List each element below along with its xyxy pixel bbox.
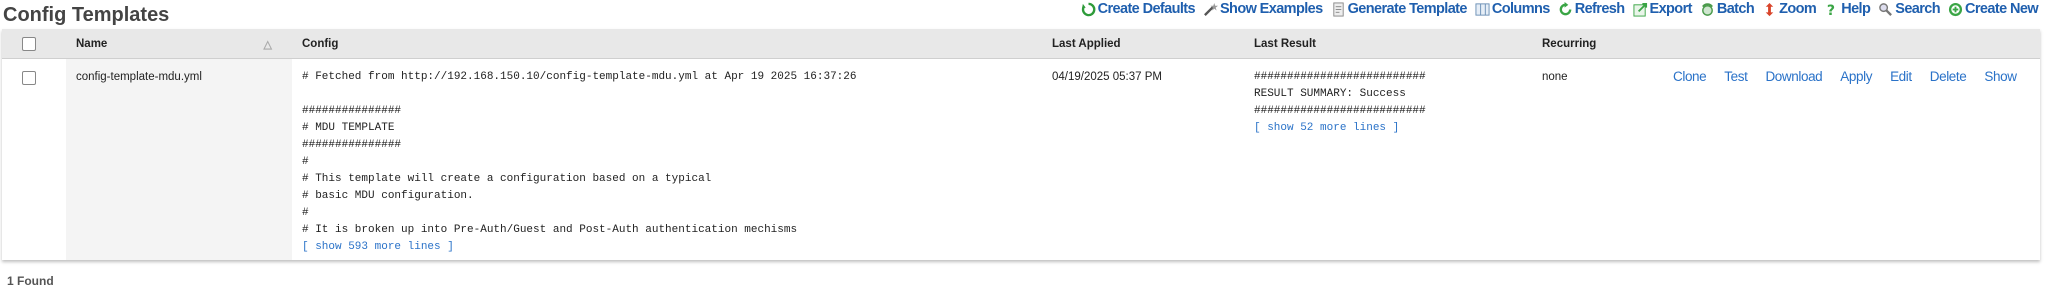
export-button[interactable]: Export (1632, 1, 1693, 17)
help-label: Help (1841, 1, 1871, 17)
last-applied-value: 04/19/2025 05:37 PM (1052, 71, 1162, 83)
table-header-row: Name △ Config Last Applied Last Result R… (2, 29, 2040, 59)
columns-icon (1475, 2, 1490, 16)
header-actions (1673, 29, 2040, 59)
header-name[interactable]: Name △ (66, 29, 292, 59)
zoom-label: Zoom (1779, 1, 1817, 17)
clone-link[interactable]: Clone (1673, 69, 1707, 84)
test-link[interactable]: Test (1724, 69, 1748, 84)
create-defaults-icon (1081, 2, 1096, 16)
search-icon (1879, 2, 1893, 16)
search-label: Search (1895, 1, 1941, 17)
zoom-arrows-icon (1765, 2, 1774, 16)
refresh-icon (1559, 1, 1572, 15)
refresh-label: Refresh (1574, 1, 1625, 17)
header-last-applied[interactable]: Last Applied (1042, 29, 1244, 59)
header-name-label: Name (76, 37, 108, 50)
config-show-more-link[interactable]: [ show 593 more lines ] (302, 239, 1042, 256)
recurring-value: none (1542, 71, 1568, 83)
results-count: 1 Found (7, 274, 54, 288)
columns-label: Columns (1491, 1, 1550, 17)
export-label: Export (1649, 1, 1693, 17)
edit-link[interactable]: Edit (1890, 69, 1912, 84)
batch-button[interactable]: Batch (1700, 1, 1755, 17)
row-last-applied-cell: 04/19/2025 05:37 PM (1042, 59, 1244, 260)
header-config-label: Config (302, 37, 339, 50)
row-actions: Clone Test Download Apply Edit Delete Sh… (1673, 59, 2040, 84)
row-select-cell (2, 59, 66, 260)
row-name-cell: config-template-mdu.yml (66, 58, 292, 260)
columns-button[interactable]: Columns (1475, 1, 1550, 17)
create-new-label: Create New (1965, 1, 2039, 17)
export-icon (1632, 2, 1647, 17)
toolbar: Create Defaults Show Examples Generate T… (1073, 1, 2039, 17)
document-icon (1332, 1, 1344, 17)
row-recurring-cell: none (1532, 59, 1673, 260)
page-title: Config Templates (3, 4, 170, 26)
refresh-button[interactable]: Refresh (1558, 1, 1625, 17)
magic-wand-icon (1204, 2, 1218, 16)
sort-ascending-icon[interactable]: △ (264, 38, 272, 51)
zoom-button[interactable]: Zoom (1762, 1, 1817, 17)
plus-circle-icon (1948, 2, 1963, 16)
header-last-result-label: Last Result (1254, 37, 1316, 50)
row-checkbox[interactable] (22, 71, 36, 85)
config-templates-table: Name △ Config Last Applied Last Result R… (2, 29, 2040, 260)
create-defaults-button[interactable]: Create Defaults (1081, 1, 1196, 17)
show-examples-button[interactable]: Show Examples (1203, 1, 1323, 17)
config-preview: # Fetched from http://192.168.150.10/con… (302, 71, 857, 236)
batch-icon (1701, 2, 1713, 16)
header-recurring-label: Recurring (1542, 37, 1597, 50)
show-link[interactable]: Show (1984, 69, 2017, 84)
delete-link[interactable]: Delete (1930, 69, 1967, 84)
show-examples-label: Show Examples (1219, 1, 1323, 17)
result-preview: ########################## RESULT SUMMAR… (1254, 71, 1426, 117)
search-button[interactable]: Search (1878, 1, 1941, 17)
template-name[interactable]: config-template-mdu.yml (66, 71, 202, 83)
download-link[interactable]: Download (1765, 69, 1822, 84)
apply-link[interactable]: Apply (1840, 69, 1872, 84)
help-icon: ? (1827, 3, 1836, 17)
create-new-button[interactable]: Create New (1948, 1, 2039, 17)
result-show-more-link[interactable]: [ show 52 more lines ] (1254, 120, 1532, 137)
table-row: config-template-mdu.yml # Fetched from h… (2, 58, 2040, 260)
select-all-cell (2, 29, 66, 59)
batch-label: Batch (1716, 1, 1755, 17)
header-last-result[interactable]: Last Result (1244, 29, 1532, 59)
row-actions-cell: Clone Test Download Apply Edit Delete Sh… (1673, 59, 2040, 260)
generate-template-button[interactable]: Generate Template (1331, 1, 1467, 17)
select-all-checkbox[interactable] (22, 36, 36, 51)
header-recurring[interactable]: Recurring (1532, 29, 1673, 59)
header-last-applied-label: Last Applied (1052, 37, 1121, 50)
row-config-cell: # Fetched from http://192.168.150.10/con… (292, 59, 1042, 260)
svg-text:?: ? (1827, 3, 1835, 17)
header-config[interactable]: Config (292, 29, 1042, 59)
row-last-result-cell: ########################## RESULT SUMMAR… (1244, 59, 1532, 260)
help-button[interactable]: ? Help (1824, 1, 1871, 17)
create-defaults-label: Create Defaults (1097, 1, 1196, 17)
generate-template-label: Generate Template (1347, 1, 1468, 17)
